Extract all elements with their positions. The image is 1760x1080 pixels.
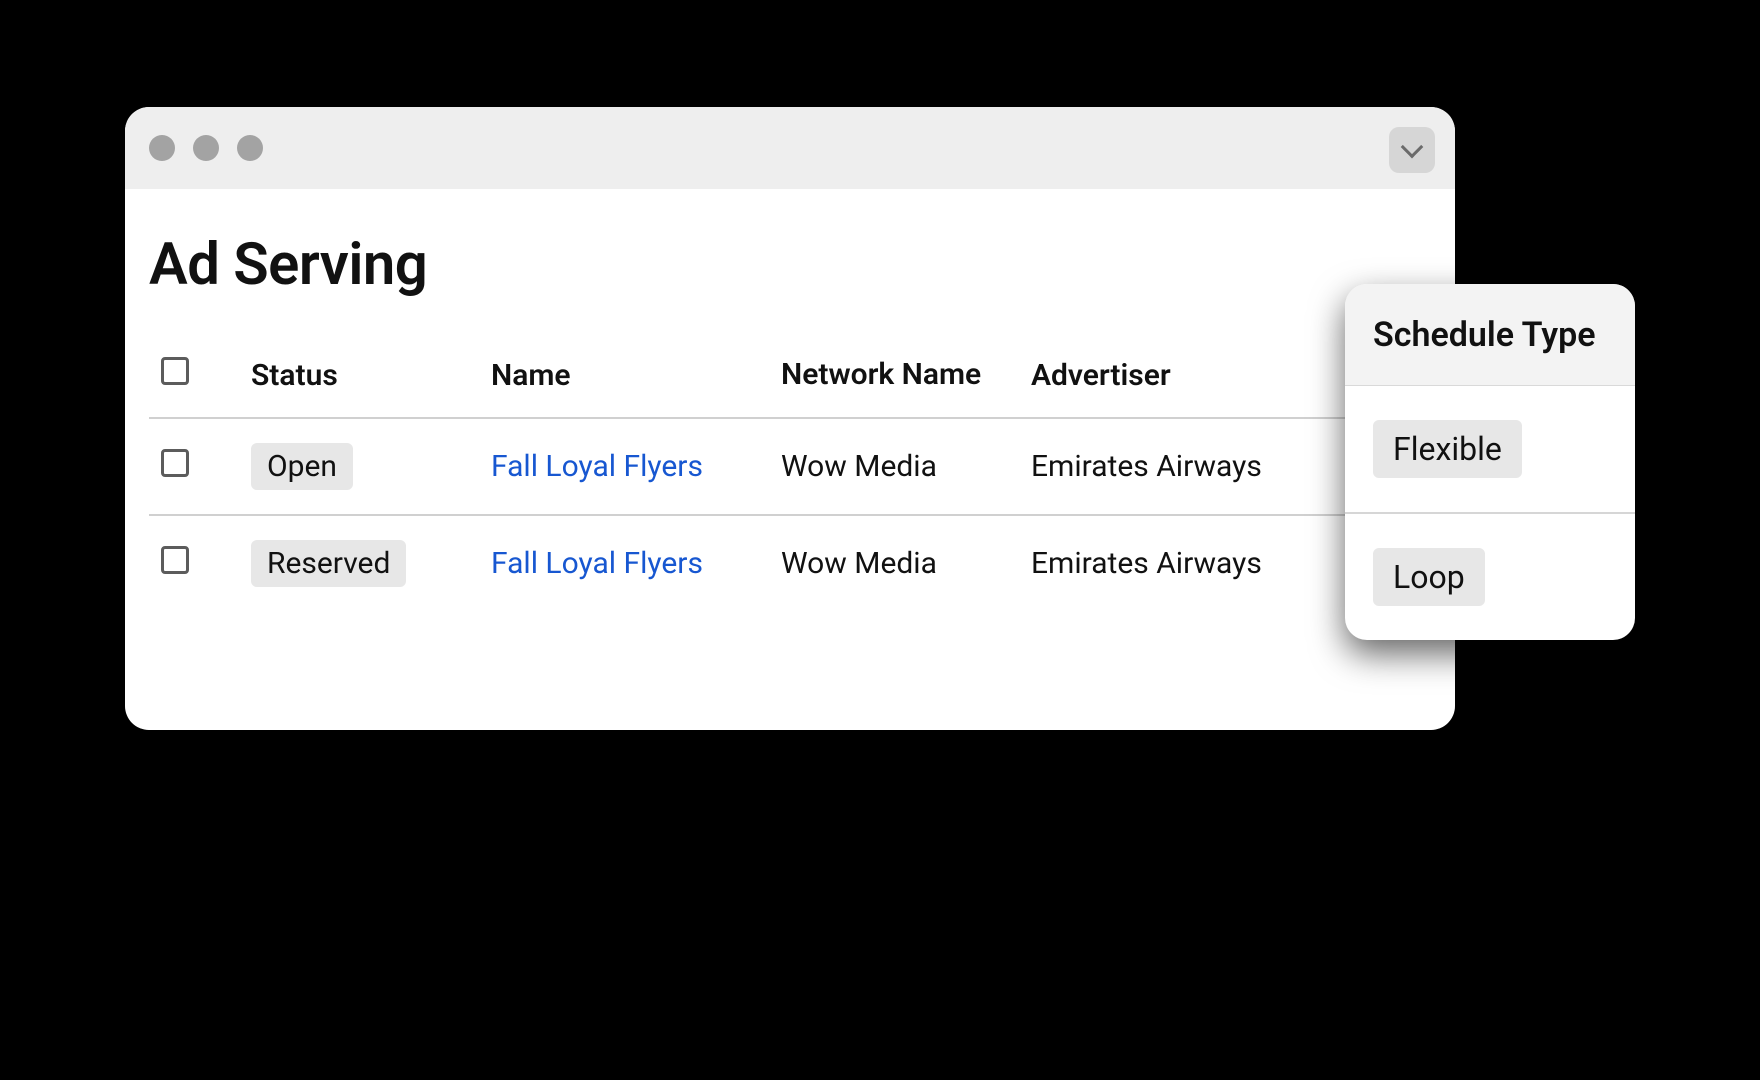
window-content: Ad Serving Status Name Network Name Adve…	[125, 189, 1455, 611]
schedule-type-panel: Schedule Type Flexible Loop	[1345, 284, 1635, 640]
network-name-cell: Wow Media	[769, 418, 1019, 515]
campaign-link[interactable]: Fall Loyal Flyers	[491, 546, 703, 581]
schedule-type-badge[interactable]: Loop	[1373, 548, 1485, 606]
chevron-down-icon	[1401, 136, 1424, 159]
table-row: Reserved Fall Loyal Flyers Wow Media Emi…	[149, 515, 1431, 611]
traffic-light-dot-icon	[237, 135, 263, 161]
status-badge: Open	[251, 443, 353, 490]
network-name-cell: Wow Media	[769, 515, 1019, 611]
column-header-name[interactable]: Name	[479, 333, 769, 418]
page-title: Ad Serving	[149, 231, 1431, 299]
panel-option-row: Flexible	[1345, 386, 1635, 514]
schedule-type-badge[interactable]: Flexible	[1373, 420, 1522, 478]
collapse-button[interactable]	[1389, 127, 1435, 173]
table-row: Open Fall Loyal Flyers Wow Media Emirate…	[149, 418, 1431, 515]
traffic-light-dot-icon	[149, 135, 175, 161]
row-checkbox[interactable]	[161, 546, 189, 574]
row-checkbox[interactable]	[161, 449, 189, 477]
window-titlebar	[125, 107, 1455, 189]
status-badge: Reserved	[251, 540, 406, 587]
ad-serving-table: Status Name Network Name Advertiser Open…	[149, 333, 1431, 611]
traffic-lights	[149, 135, 263, 161]
column-header-network[interactable]: Network Name	[769, 333, 1019, 418]
column-header-status[interactable]: Status	[239, 333, 479, 418]
column-header-select	[149, 333, 239, 418]
table-header-row: Status Name Network Name Advertiser	[149, 333, 1431, 418]
panel-title: Schedule Type	[1373, 314, 1607, 357]
select-all-checkbox[interactable]	[161, 357, 189, 385]
column-header-network-label: Network Name	[781, 358, 1007, 393]
app-window: Ad Serving Status Name Network Name Adve…	[125, 107, 1455, 730]
panel-header: Schedule Type	[1345, 284, 1635, 386]
panel-option-row: Loop	[1345, 514, 1635, 640]
traffic-light-dot-icon	[193, 135, 219, 161]
campaign-link[interactable]: Fall Loyal Flyers	[491, 449, 703, 484]
